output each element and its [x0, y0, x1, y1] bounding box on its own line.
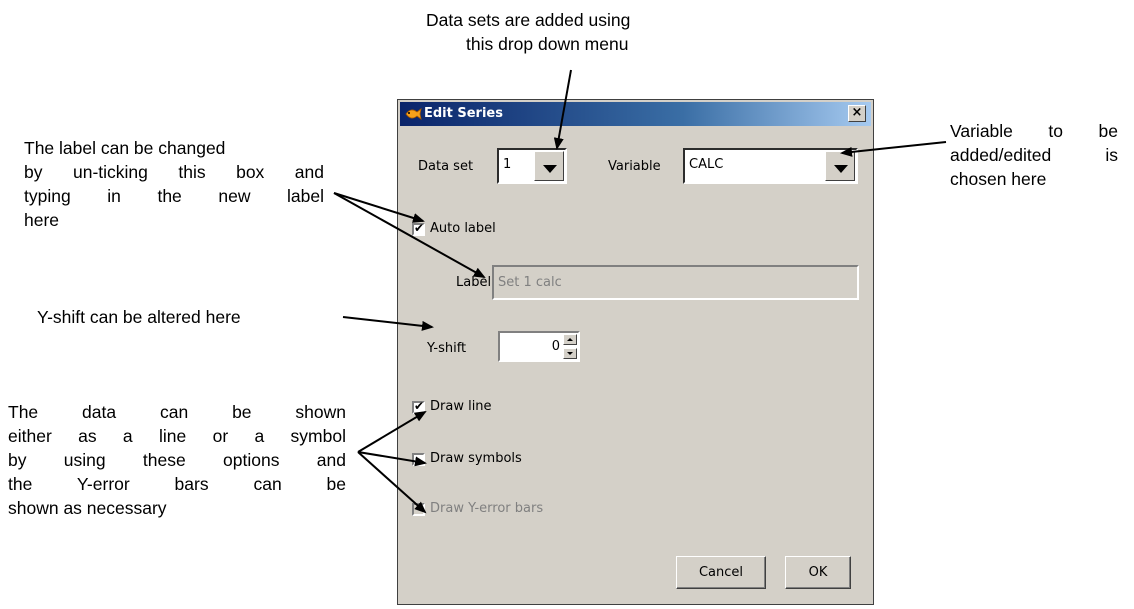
arrow-yshift: [342, 316, 434, 331]
annotation-arrows: [333, 69, 947, 514]
arrow-variable: [840, 141, 947, 157]
arrow-label-field: [333, 192, 486, 278]
arrow-draw-line: [357, 410, 427, 453]
arrow-dataset: [553, 69, 572, 150]
